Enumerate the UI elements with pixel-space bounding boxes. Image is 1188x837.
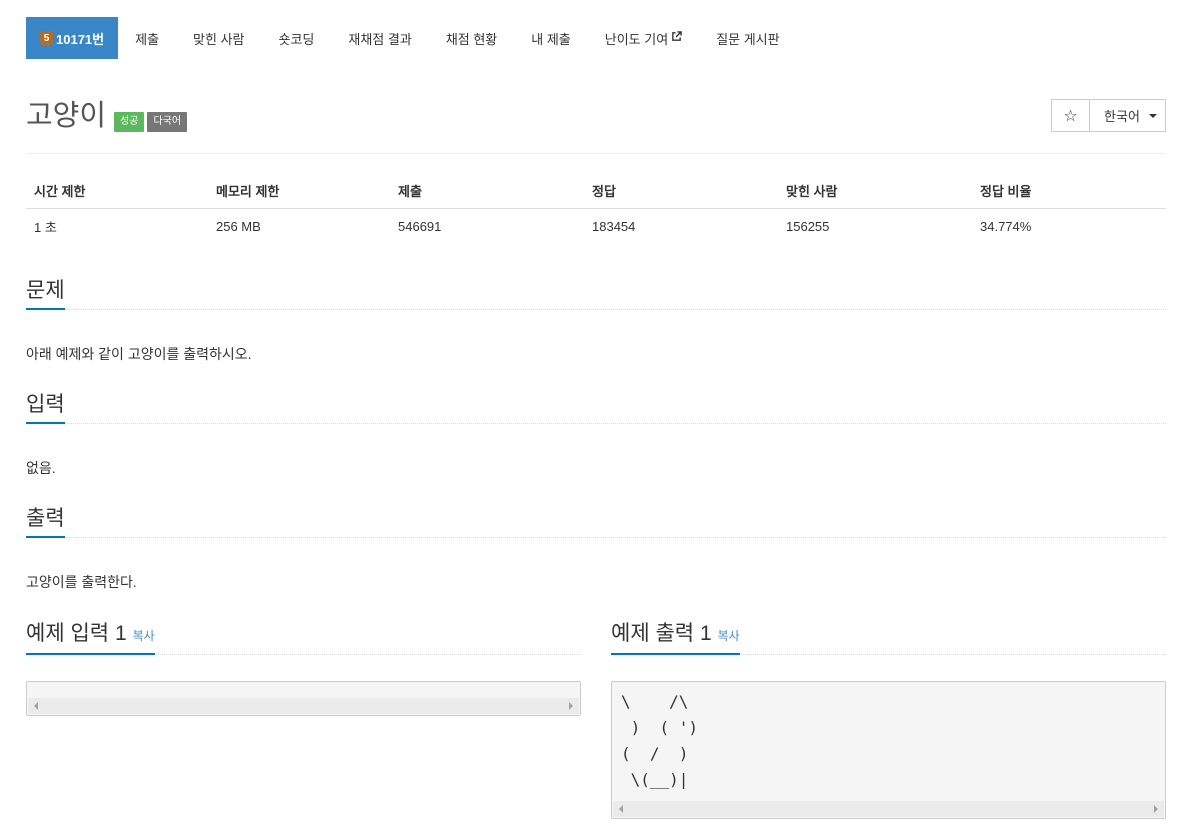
tier-badge-icon: 5 xyxy=(40,30,53,46)
copy-sample-input-button[interactable]: 복사 xyxy=(133,629,155,643)
output-heading: 출력 xyxy=(26,505,65,538)
input-headline: 입력 xyxy=(26,391,1166,424)
scroll-right-icon[interactable] xyxy=(1154,805,1158,813)
output-headline: 출력 xyxy=(26,505,1166,538)
status-badge-success: 성공 xyxy=(114,112,145,132)
star-icon: ☆ xyxy=(1063,107,1078,125)
page-title: 고양이 xyxy=(26,100,107,132)
tab-qna-board[interactable]: 질문 게시판 xyxy=(699,17,796,59)
tab-short-coding[interactable]: 숏코딩 xyxy=(262,17,332,59)
tab-judge-status[interactable]: 채점 현황 xyxy=(429,17,514,59)
description-headline: 문제 xyxy=(26,277,1166,310)
header-submissions: 제출 xyxy=(390,174,584,209)
sample-output-box[interactable]: \ /\ ) ( ') ( / ) \(__)| xyxy=(611,681,1166,819)
scroll-right-icon[interactable] xyxy=(569,702,573,710)
tab-rejudge-results[interactable]: 재채점 결과 xyxy=(331,17,428,59)
scroll-left-icon[interactable] xyxy=(34,702,38,710)
input-text: 없음. xyxy=(26,460,56,476)
sample-output-headline: 예제 출력 1 복사 xyxy=(611,620,1166,655)
multilang-badge: 다국어 xyxy=(147,112,188,132)
sample-output-content: \ /\ ) ( ') ( / ) \(__)| xyxy=(621,692,699,789)
language-label: 한국어 xyxy=(1104,109,1140,124)
sample-input-headline: 예제 입력 1 복사 xyxy=(26,620,581,655)
tab-difficulty-contribution[interactable]: 난이도 기여 xyxy=(588,17,699,59)
favorite-button[interactable]: ☆ xyxy=(1051,99,1090,132)
tab-solved-users[interactable]: 맞힌 사람 xyxy=(176,17,261,59)
table-header-row: 시간 제한 메모리 제한 제출 정답 맞힌 사람 정답 비율 xyxy=(26,174,1166,209)
tab-submit[interactable]: 제출 xyxy=(118,17,176,59)
description-heading: 문제 xyxy=(26,277,65,310)
tab-my-submissions[interactable]: 내 제출 xyxy=(514,17,588,59)
tab-problem-label: 10171번 xyxy=(56,31,105,47)
table-row: 1 초 256 MB 546691 183454 156255 34.774% xyxy=(26,208,1166,244)
sample-input-heading: 예제 입력 1 복사 xyxy=(26,620,155,655)
header-accept-ratio: 정답 비율 xyxy=(972,174,1166,209)
sample-output-heading: 예제 출력 1 복사 xyxy=(611,620,740,655)
title-divider xyxy=(26,153,1166,154)
problem-info-table: 시간 제한 메모리 제한 제출 정답 맞힌 사람 정답 비율 1 초 256 M… xyxy=(26,174,1166,244)
description-text: 아래 예제와 같이 고양이를 출력하시오. xyxy=(26,346,252,362)
problem-actions: ☆ 한국어 xyxy=(1051,99,1166,132)
header-accepted: 정답 xyxy=(584,174,778,209)
sample-output-scrollbar[interactable] xyxy=(613,801,1164,817)
problem-header: 고양이 성공 다국어 xyxy=(26,98,188,134)
scroll-left-icon[interactable] xyxy=(619,805,623,813)
problem-nav: 5 10171번 제출 맞힌 사람 숏코딩 재채점 결과 채점 현황 내 제출 … xyxy=(26,17,797,59)
sample-input-box[interactable] xyxy=(26,681,581,716)
accepted-value: 183454 xyxy=(592,218,636,234)
caret-down-icon xyxy=(1148,113,1157,118)
tab-difficulty-label: 난이도 기여 xyxy=(604,31,669,47)
submissions-value: 546691 xyxy=(398,218,442,234)
input-heading: 입력 xyxy=(26,391,65,424)
sample-input-title: 예제 입력 1 xyxy=(26,622,127,645)
memory-limit-value: 256 MB xyxy=(216,218,261,234)
output-text: 고양이를 출력한다. xyxy=(26,574,137,590)
solved-users-value: 156255 xyxy=(786,218,830,234)
sample-input-scrollbar[interactable] xyxy=(28,698,579,714)
header-solved-users: 맞힌 사람 xyxy=(778,174,972,209)
sample-output-title: 예제 출력 1 xyxy=(611,622,712,645)
header-memory-limit: 메모리 제한 xyxy=(208,174,390,209)
header-time-limit: 시간 제한 xyxy=(26,174,208,209)
time-limit-value: 1 초 xyxy=(34,219,57,235)
accept-ratio-value: 34.774% xyxy=(980,218,1032,234)
language-dropdown[interactable]: 한국어 xyxy=(1090,99,1166,132)
tab-problem[interactable]: 5 10171번 xyxy=(26,17,119,59)
copy-sample-output-button[interactable]: 복사 xyxy=(718,629,740,643)
external-link-icon xyxy=(671,31,682,45)
